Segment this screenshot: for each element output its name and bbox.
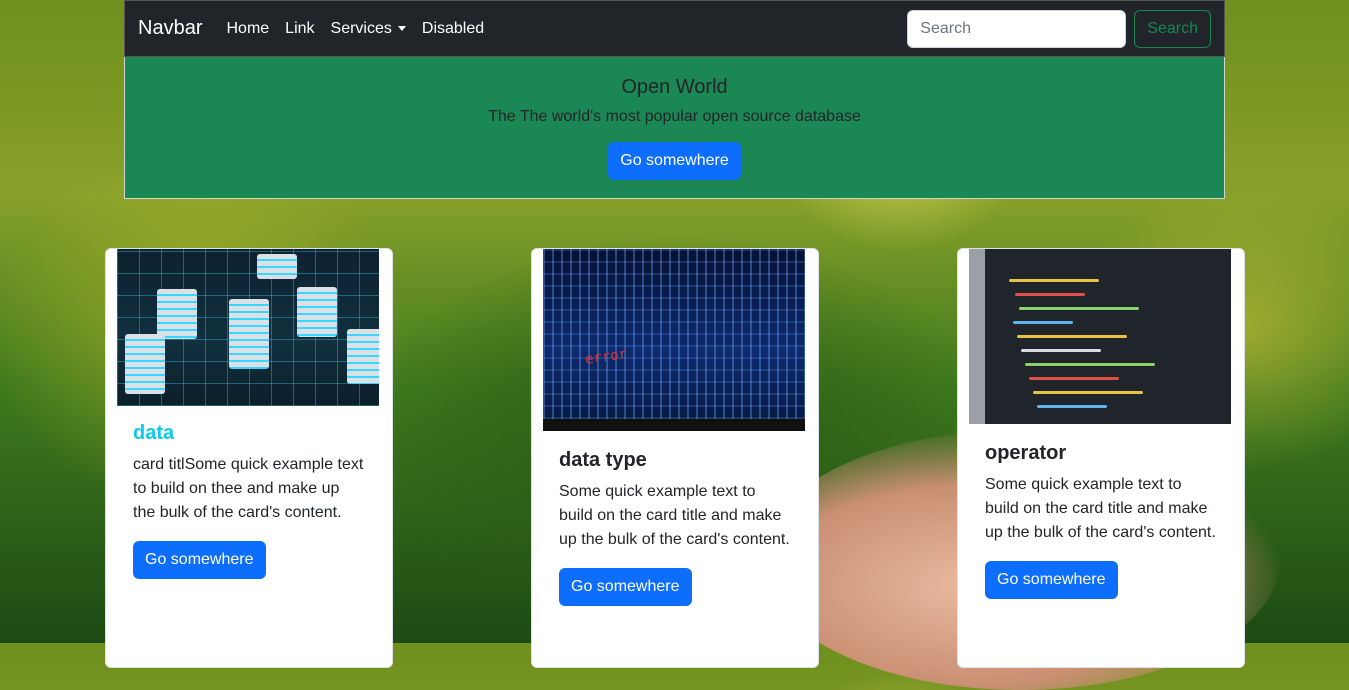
nav-link-disabled: Disabled (421, 19, 485, 37)
card-operator: operator Some quick example text to buil… (957, 248, 1245, 668)
search-input[interactable] (907, 9, 1127, 48)
source-code-image (969, 249, 1231, 424)
hero-banner: Open World The The world's most popular … (124, 57, 1225, 199)
card-title: data type (559, 449, 647, 471)
server-network-image (117, 249, 379, 406)
navbar-brand[interactable]: Navbar (138, 17, 202, 40)
nav-dropdown-services[interactable]: Services (331, 20, 406, 38)
nav-link-link[interactable]: Link (285, 20, 314, 38)
card-text: Some quick example text to build on the … (559, 483, 790, 548)
page-container: Navbar Home Link Services Disabled Searc… (124, 0, 1225, 199)
hero-go-button[interactable]: Go somewhere (608, 142, 741, 180)
card-data: data card titlSome quick example text to… (105, 248, 393, 668)
search-form: Search (907, 9, 1211, 48)
navbar: Navbar Home Link Services Disabled Searc… (124, 0, 1225, 57)
nav-dropdown-services-label: Services (330, 19, 392, 37)
card-title: data (133, 422, 175, 444)
card-data-type: error data type Some quick example text … (531, 248, 819, 668)
card-text: card titlSome quick example text to buil… (133, 456, 364, 521)
chevron-down-icon (397, 25, 406, 31)
card-go-button[interactable]: Go somewhere (985, 561, 1118, 599)
hero-title: Open World (621, 76, 728, 98)
card-text: Some quick example text to build on the … (985, 476, 1216, 541)
hero-text: The The world's most popular open source… (488, 108, 861, 125)
card-title: operator (985, 442, 1067, 464)
card-go-button[interactable]: Go somewhere (133, 541, 266, 579)
card-go-button[interactable]: Go somewhere (559, 568, 692, 606)
nav-link-home[interactable]: Home (226, 20, 269, 38)
binary-code-image: error (543, 249, 805, 431)
search-button[interactable]: Search (1134, 9, 1211, 48)
